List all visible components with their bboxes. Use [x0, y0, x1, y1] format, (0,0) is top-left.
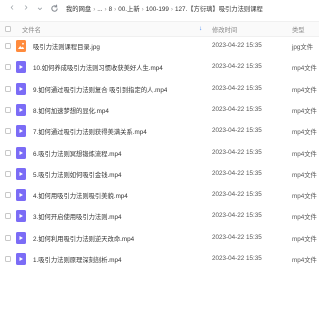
file-modified: 2023-04-22 15:35 [212, 42, 262, 49]
row-checkbox[interactable] [5, 106, 11, 113]
row-checkbox[interactable] [5, 170, 11, 177]
file-type: mp4文件 [292, 107, 317, 115]
file-name[interactable]: 6.吸引力法则冥想锻炼流程.mp4 [33, 149, 122, 158]
file-modified: 2023-04-22 15:35 [212, 191, 262, 199]
file-type: mp4文件 [292, 171, 317, 179]
row-checkbox[interactable] [5, 256, 11, 262]
file-type: mp4文件 [292, 214, 317, 222]
video-file-icon [16, 231, 26, 244]
breadcrumb-item-root[interactable]: 我的网盘 [66, 6, 91, 13]
table-row[interactable]: 1.吸引力法则原理深刻剖析.mp4 2023-04-22 15:35 mp4文件 [0, 249, 319, 269]
video-file-icon [16, 253, 26, 265]
table-row[interactable]: 9.如何通过吸引力法则复合 吸引到指定的人.mp4 2023-04-22 15:3… [0, 79, 319, 99]
file-name[interactable]: 2.如何利用吸引力法则逆天改命.mp4 [33, 234, 134, 243]
file-modified: 2023-04-22 15:35 [212, 233, 262, 241]
file-name[interactable]: 4.如何用吸引力法则吸引美貌.mp4 [33, 191, 128, 200]
image-file-icon [16, 40, 26, 52]
table-row[interactable]: 吸引力法则课程目录.jpg 2023-04-22 15:35 jpg文件 [0, 36, 319, 56]
file-type: mp4文件 [292, 86, 317, 94]
file-type: mp4文件 [292, 129, 317, 137]
table-row[interactable]: 10.如何养成吸引力法则习惯收获美好人生.mp4 2023-04-22 15:35… [0, 57, 319, 77]
table-row[interactable]: 7.如何通过吸引力法则获得美满关系.mp4 2023-04-22 15:35 mp4… [0, 121, 319, 141]
refresh-icon[interactable] [48, 2, 60, 14]
file-type: mp4文件 [292, 65, 317, 73]
file-modified: 2023-04-22 15:35 [212, 212, 262, 220]
breadcrumb-item-8[interactable]: 8 [109, 6, 113, 13]
file-type: mp4文件 [292, 257, 317, 264]
column-header-modified[interactable]: 修改时间 [212, 25, 237, 34]
table-header: 文件名 ↓ 修改时间 类型 [0, 21, 319, 37]
select-all-checkbox[interactable] [5, 26, 11, 32]
file-modified: 2023-04-22 15:35 [212, 127, 262, 135]
file-name[interactable]: 吸引力法则课程目录.jpg [33, 42, 100, 51]
table-row[interactable]: 4.如何用吸引力法则吸引美貌.mp4 2023-04-22 15:35 mp4文件 [0, 185, 319, 205]
video-file-icon [16, 189, 26, 202]
video-file-icon [16, 125, 26, 138]
file-name[interactable]: 7.如何通过吸引力法则获得美满关系.mp4 [33, 127, 147, 136]
row-checkbox[interactable] [5, 43, 11, 49]
file-type: mp4文件 [292, 193, 317, 201]
file-name[interactable]: 5.吸引力法则如何吸引金钱.mp4 [33, 170, 122, 179]
breadcrumb-item-range[interactable]: 100-199 [146, 6, 169, 13]
toolbar: ‹ › ⌄ 我的网盘 ›... › 8 › 00.上新 › 100-199 › 127.【方衍璃】… [0, 0, 319, 18]
table-row[interactable]: 5.吸引力法则如何吸引金钱.mp4 2023-04-22 15:35 mp4文件 [0, 164, 319, 184]
file-name[interactable]: 8.如何加速梦想的显化.mp4 [33, 106, 109, 115]
file-modified: 2023-04-22 15:35 [212, 148, 262, 156]
breadcrumb: 我的网盘 ›... › 8 › 00.上新 › 100-199 › 127.【方衍璃】吸引力法则课… [66, 6, 263, 13]
table-row[interactable]: 2.如何利用吸引力法则逆天改命.mp4 2023-04-22 15:35 mp4文件 [0, 228, 319, 248]
row-checkbox[interactable] [5, 234, 11, 241]
row-checkbox[interactable] [5, 64, 11, 71]
row-checkbox[interactable] [5, 128, 11, 135]
file-type: mp4文件 [292, 150, 317, 158]
file-modified: 2023-04-22 15:35 [212, 169, 262, 177]
file-name[interactable]: 9.如何通过吸引力法则复合 吸引到指定的人.mp4 [33, 85, 167, 94]
column-header-name[interactable]: 文件名 [22, 25, 41, 34]
video-file-icon [16, 103, 26, 116]
row-checkbox[interactable] [5, 149, 11, 156]
file-modified: 2023-04-22 15:35 [212, 63, 262, 71]
file-modified: 2023-04-22 15:35 [212, 255, 262, 262]
breadcrumb-item-new[interactable]: 00.上新 [118, 6, 139, 13]
file-name[interactable]: 3.如何开启使用吸引力法则.mp4 [33, 212, 122, 221]
row-checkbox[interactable] [5, 213, 11, 220]
video-file-icon [16, 146, 26, 159]
table-row[interactable]: 6.吸引力法则冥想锻炼流程.mp4 2023-04-22 15:35 mp4文件 [0, 143, 319, 163]
file-modified: 2023-04-22 15:35 [212, 105, 262, 113]
sort-down-icon[interactable]: ↓ [199, 25, 202, 32]
file-name[interactable]: 1.吸引力法则原理深刻剖析.mp4 [33, 255, 122, 264]
breadcrumb-item-current: 127.【方衍璃】吸引力法则课程 [174, 6, 263, 13]
breadcrumb-more[interactable]: ... [97, 6, 102, 13]
video-file-icon [16, 210, 26, 223]
back-icon[interactable]: ‹ [6, 2, 18, 14]
row-checkbox[interactable] [5, 85, 11, 92]
row-checkbox[interactable] [5, 192, 11, 199]
forward-icon[interactable]: › [20, 2, 32, 14]
table-row[interactable]: 8.如何加速梦想的显化.mp4 2023-04-22 15:35 mp4文件 [0, 100, 319, 120]
chevron-down-icon[interactable]: ⌄ [34, 2, 46, 14]
video-file-icon [16, 61, 26, 74]
video-file-icon [16, 82, 26, 95]
file-modified: 2023-04-22 15:35 [212, 84, 262, 92]
table-row[interactable]: 3.如何开启使用吸引力法则.mp4 2023-04-22 15:35 mp4文件 [0, 206, 319, 226]
video-file-icon [16, 167, 26, 180]
column-header-type[interactable]: 类型 [292, 25, 305, 34]
file-type: jpg文件 [292, 44, 313, 51]
file-type: mp4文件 [292, 235, 317, 243]
file-name[interactable]: 10.如何养成吸引力法则习惯收获美好人生.mp4 [33, 63, 163, 72]
